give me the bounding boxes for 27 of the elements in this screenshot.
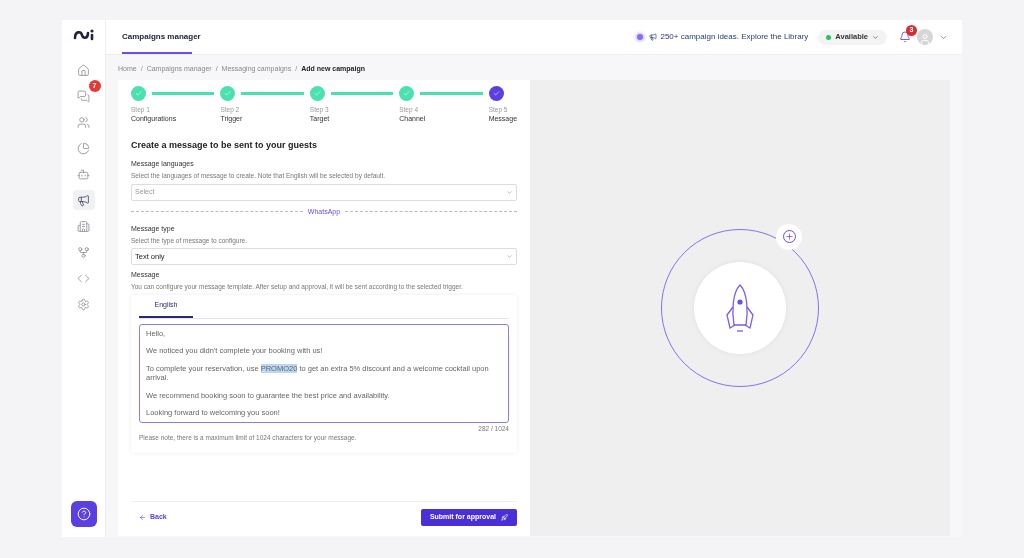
bell-icon[interactable] — [899, 31, 911, 43]
plus-icon — [784, 232, 794, 242]
page-title: Campaigns manager — [122, 31, 201, 43]
add-button[interactable] — [776, 223, 802, 250]
chevron-down-icon — [872, 33, 879, 41]
users-icon — [77, 115, 90, 129]
megaphone-icon — [77, 193, 90, 207]
rocket-icon — [501, 514, 508, 521]
message-textarea[interactable] — [139, 323, 509, 423]
avatar[interactable] — [917, 29, 933, 45]
logo-icon — [72, 28, 95, 42]
building-icon — [77, 219, 90, 233]
help-icon — [76, 507, 91, 521]
home-icon — [77, 63, 90, 77]
chat-icon — [77, 89, 90, 103]
pie-chart-icon — [77, 141, 90, 155]
chevron-down-icon — [506, 253, 513, 261]
flow-icon — [77, 245, 90, 259]
megaphone-icon — [649, 33, 658, 41]
arrow-left-icon — [139, 514, 146, 521]
sidebar-item[interactable] — [72, 190, 95, 210]
chevron-down-icon — [506, 188, 513, 196]
form-title: Create a message to be sent to your guests — [131, 138, 319, 152]
help-button[interactable] — [70, 501, 97, 527]
settings-icon — [77, 297, 90, 311]
robot-icon — [77, 167, 90, 181]
library-link[interactable]: 250+ campaign ideas. Explore the Library — [649, 31, 809, 43]
